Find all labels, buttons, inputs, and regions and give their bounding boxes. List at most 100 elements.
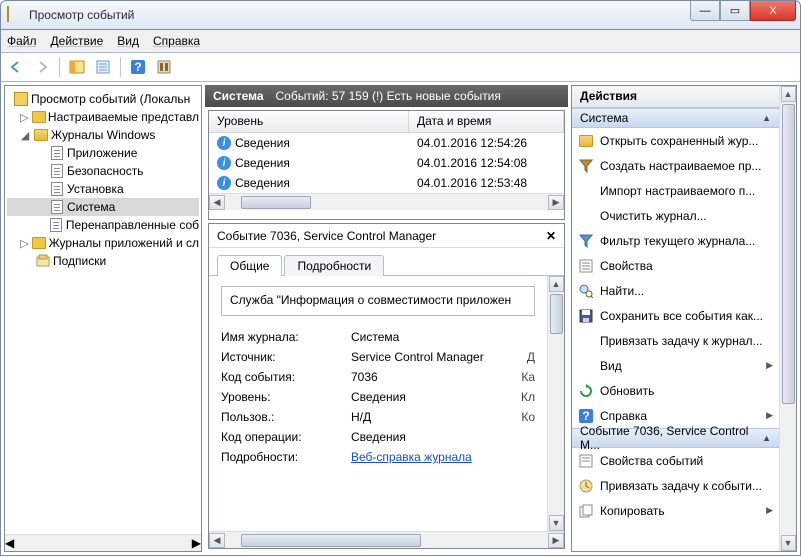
tree-system[interactable]: Система — [7, 198, 199, 216]
log-icon — [49, 163, 65, 179]
collapse-icon[interactable]: ▲ — [762, 433, 771, 443]
detail-header: Событие 7036, Service Control Manager ✕ — [209, 224, 564, 248]
collapse-icon[interactable]: ▲ — [762, 113, 771, 123]
event-row[interactable]: iСведения 04.01.2016 12:53:48 — [209, 173, 564, 193]
detail-close-button[interactable]: ✕ — [546, 229, 556, 243]
tree: Просмотр событий (Локальн ▷ Настраиваемы… — [5, 86, 201, 534]
action-event-properties[interactable]: Свойства событий — [572, 448, 779, 473]
col-datetime[interactable]: Дата и время — [409, 111, 564, 132]
action-save-events[interactable]: Сохранить все события как... — [572, 303, 779, 328]
show-tree-button[interactable] — [66, 56, 88, 78]
tree-application[interactable]: Приложение — [7, 144, 199, 162]
center-title: Система — [213, 89, 264, 103]
tree-custom-views[interactable]: ▷ Настраиваемые представл — [7, 108, 199, 126]
action-attach-task-log[interactable]: Привязать задачу к журнал... — [572, 328, 779, 353]
tab-general[interactable]: Общие — [217, 255, 282, 276]
attach-task-icon — [578, 478, 594, 494]
folder-icon — [32, 235, 47, 251]
copy-icon — [578, 503, 594, 519]
log-icon — [49, 217, 64, 233]
expand-icon[interactable]: ▷ — [19, 111, 30, 124]
find-icon — [578, 283, 594, 299]
menu-view[interactable]: Вид — [117, 34, 139, 48]
log-icon — [49, 145, 65, 161]
clear-icon — [578, 208, 594, 224]
refresh-icon — [578, 383, 594, 399]
chevron-right-icon: ▶ — [766, 360, 773, 371]
action-open-saved-log[interactable]: Открыть сохраненный жур... — [572, 128, 779, 153]
folder-open-icon — [578, 133, 594, 149]
action-refresh[interactable]: Обновить — [572, 378, 779, 403]
web-help-link[interactable]: Веб-справка журнала — [351, 450, 472, 464]
collapse-icon[interactable]: ◢ — [19, 129, 31, 142]
event-viewer-icon — [13, 91, 29, 107]
action-copy[interactable]: Копировать▶ — [572, 498, 779, 523]
tab-details[interactable]: Подробности — [284, 255, 384, 276]
center-header: Система Событий: 57 159 (!) Есть новые с… — [205, 85, 568, 107]
log-icon — [49, 199, 65, 215]
action-properties[interactable]: Свойства — [572, 253, 779, 278]
center-count: Событий: 57 159 (!) Есть новые события — [276, 89, 501, 103]
event-detail: Событие 7036, Service Control Manager ✕ … — [208, 223, 565, 549]
back-button[interactable] — [5, 56, 27, 78]
menu-action[interactable]: Действие — [51, 34, 104, 48]
tree-forwarded[interactable]: Перенаправленные соб — [7, 216, 199, 234]
toolbar: ? — [0, 52, 801, 82]
actions-panel: Действия Система▲ Открыть сохраненный жу… — [571, 85, 797, 552]
tree-panel: Просмотр событий (Локальн ▷ Настраиваемы… — [4, 85, 202, 552]
folder-icon — [32, 109, 46, 125]
detail-description: Служба "Информация о совместимости прило… — [221, 286, 535, 316]
action-filter-log[interactable]: Фильтр текущего журнала... — [572, 228, 779, 253]
action-attach-task-event[interactable]: Привязать задачу к событи... — [572, 473, 779, 498]
event-list: Уровень Дата и время iСведения 04.01.201… — [208, 110, 565, 220]
tree-subscriptions[interactable]: Подписки — [7, 252, 199, 270]
info-icon: i — [217, 176, 231, 190]
help-button[interactable]: ? — [127, 56, 149, 78]
window-title: Просмотр событий — [29, 8, 134, 22]
view-icon — [578, 358, 594, 374]
tree-app-logs[interactable]: ▷ Журналы приложений и сл — [7, 234, 199, 252]
minimize-button[interactable]: — — [690, 1, 720, 21]
detail-vscrollbar[interactable]: ▲▼ — [547, 276, 564, 531]
main-content: Просмотр событий (Локальн ▷ Настраиваемы… — [0, 82, 801, 556]
window-titlebar: Просмотр событий — ▭ X — [0, 0, 801, 30]
properties-button[interactable] — [92, 56, 114, 78]
action-import-custom-view[interactable]: Импорт настраиваемого п... — [572, 178, 779, 203]
tree-root[interactable]: Просмотр событий (Локальн — [7, 90, 199, 108]
extra-button[interactable] — [153, 56, 175, 78]
svg-text:?: ? — [582, 409, 589, 423]
window-buttons: — ▭ X — [690, 1, 796, 21]
chevron-right-icon: ▶ — [766, 410, 773, 421]
action-find[interactable]: Найти... — [572, 278, 779, 303]
actions-group-system[interactable]: Система▲ — [572, 108, 779, 128]
app-icon — [7, 7, 23, 23]
actions-vscrollbar[interactable]: ▲▼ — [779, 86, 796, 551]
tree-windows-logs[interactable]: ◢ Журналы Windows — [7, 126, 199, 144]
event-list-hscrollbar[interactable]: ◀▶ — [209, 193, 564, 210]
filter-icon — [578, 233, 594, 249]
tree-hscrollbar[interactable]: ◀▶ — [5, 534, 201, 551]
menu-help[interactable]: Справка — [153, 34, 200, 48]
maximize-button[interactable]: ▭ — [720, 1, 750, 21]
folder-open-icon — [33, 127, 49, 143]
action-view[interactable]: Вид▶ — [572, 353, 779, 378]
event-row[interactable]: iСведения 04.01.2016 12:54:08 — [209, 153, 564, 173]
col-level[interactable]: Уровень — [209, 111, 409, 132]
properties-icon — [578, 258, 594, 274]
tree-security[interactable]: Безопасность — [7, 162, 199, 180]
chevron-right-icon: ▶ — [766, 505, 773, 516]
actions-group-event[interactable]: Событие 7036, Service Control M...▲ — [572, 428, 779, 448]
tree-setup[interactable]: Установка — [7, 180, 199, 198]
action-create-custom-view[interactable]: Создать настраиваемое пр... — [572, 153, 779, 178]
action-clear-log[interactable]: Очистить журнал... — [572, 203, 779, 228]
expand-icon[interactable]: ▷ — [19, 237, 30, 250]
event-row[interactable]: iСведения 04.01.2016 12:54:26 — [209, 133, 564, 153]
menu-file[interactable]: Файл — [7, 34, 37, 48]
close-button[interactable]: X — [750, 1, 796, 21]
svg-text:?: ? — [134, 60, 141, 74]
menubar: Файл Действие Вид Справка — [0, 30, 801, 52]
info-icon: i — [217, 156, 231, 170]
properties-icon — [578, 453, 594, 469]
forward-button[interactable] — [31, 56, 53, 78]
detail-hscrollbar[interactable]: ◀▶ — [209, 531, 564, 548]
